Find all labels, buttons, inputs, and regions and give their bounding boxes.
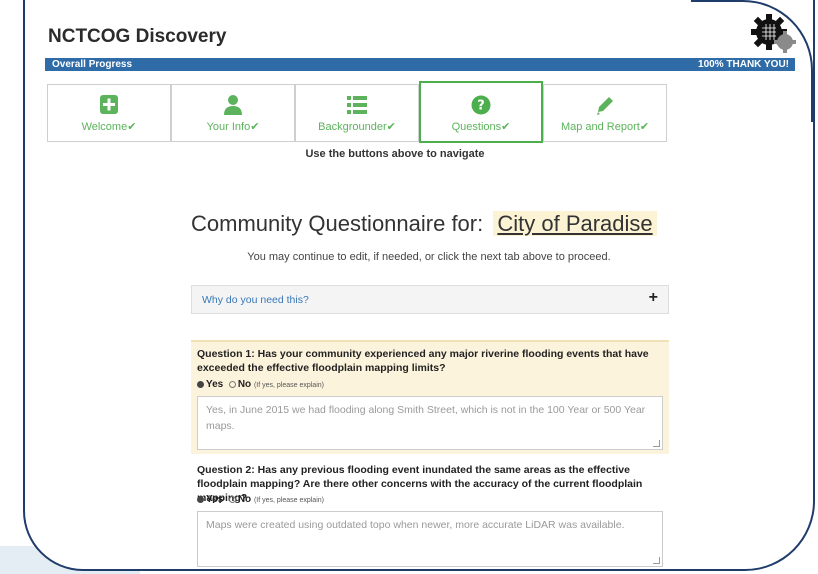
tab-label: Backgrounder✔ [318, 121, 396, 133]
tab-label: Map and Report✔ [560, 121, 650, 133]
radio-no-label: No [237, 494, 252, 505]
app-frame: NCTCOG Discovery Overall Progress 100% T… [23, 0, 815, 571]
tab-label: Your Info✔ [206, 121, 260, 133]
question-2-options: Yes No (If yes, please explain) [197, 494, 324, 505]
resize-handle[interactable] [653, 557, 660, 564]
page-title: Community Questionnaire for: City of Par… [191, 211, 657, 237]
tab-map-and-report[interactable]: Map and Report✔ [543, 84, 667, 142]
tab-label: Welcome✔ [81, 121, 137, 133]
instructions-text: You may continue to edit, if needed, or … [247, 251, 611, 263]
app-title: NCTCOG Discovery [48, 26, 227, 47]
city-name: City of Paradise [493, 211, 657, 236]
question-2-answer[interactable]: Maps were created using outdated topo wh… [197, 511, 663, 567]
radio-no[interactable] [228, 495, 236, 503]
question-1-options: Yes No (If yes, please explain) [197, 379, 324, 390]
resize-handle[interactable] [653, 440, 660, 447]
tab-questions[interactable]: ? Questions✔ [419, 81, 543, 143]
svg-text:?: ? [477, 99, 485, 114]
tab-your-info[interactable]: Your Info✔ [171, 84, 295, 142]
question-2-answer-text: Maps were created using outdated topo wh… [206, 519, 625, 531]
list-icon [347, 96, 367, 114]
nav-hint: Use the buttons above to navigate [305, 148, 485, 160]
radio-yes[interactable] [197, 380, 204, 388]
radio-no[interactable] [228, 380, 236, 388]
pencil-icon [597, 97, 613, 115]
tab-label: Questions✔ [451, 121, 511, 133]
question-1-answer[interactable]: Yes, in June 2015 we had flooding along … [197, 396, 663, 450]
overall-progress-bar: Overall Progress 100% THANK YOU! [45, 58, 795, 71]
question-1-text: Question 1: Has your community experienc… [197, 348, 649, 374]
page-title-text: Community Questionnaire for: [191, 211, 484, 236]
radio-yes-label: Yes [206, 494, 224, 505]
progress-status: 100% THANK YOU! [698, 59, 789, 70]
tab-welcome[interactable]: Welcome✔ [47, 84, 171, 142]
progress-label: Overall Progress [52, 59, 133, 70]
user-icon [224, 95, 242, 115]
gear-logo-icon [751, 14, 796, 53]
why-accordion[interactable]: Why do you need this? + [191, 285, 669, 314]
step-tabs: Welcome✔ Your Info✔ Backgrounder✔ ? Ques… [47, 81, 670, 144]
expand-plus-icon[interactable]: + [649, 289, 658, 307]
question-circle-icon: ? [471, 95, 491, 115]
plus-square-icon [100, 95, 118, 114]
radio-no-label: No [237, 379, 252, 390]
explain-note: (If yes, please explain) [253, 382, 324, 389]
question-1-answer-text: Yes, in June 2015 we had flooding along … [206, 404, 646, 432]
radio-yes[interactable] [197, 495, 204, 503]
explain-note: (If yes, please explain) [253, 497, 324, 504]
why-link[interactable]: Why do you need this? [202, 294, 309, 306]
tab-backgrounder[interactable]: Backgrounder✔ [295, 84, 419, 142]
radio-yes-label: Yes [206, 379, 224, 390]
